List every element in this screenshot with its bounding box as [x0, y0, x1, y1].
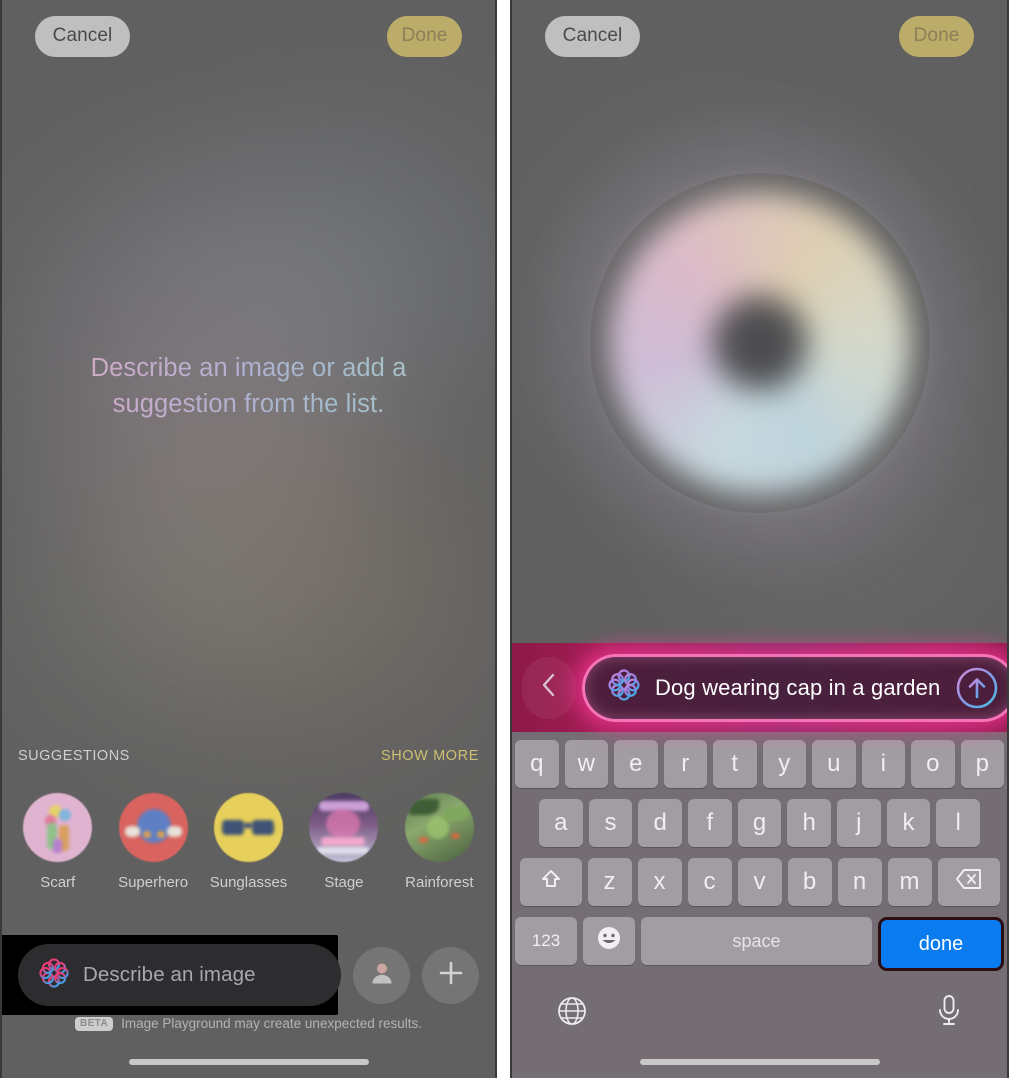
screenshot-stage: Cancel Done Describe an image or add a s…: [0, 0, 1011, 1078]
suggestion-label: Superhero: [118, 874, 189, 891]
show-more-button[interactable]: SHOW MORE: [381, 748, 479, 764]
suggestion-item-scarf[interactable]: Scarf: [10, 793, 105, 891]
key-h[interactable]: h: [787, 799, 832, 847]
apple-intelligence-icon: [38, 957, 70, 994]
emoji-key[interactable]: [583, 917, 635, 965]
suggestion-item-superhero[interactable]: Superhero: [105, 793, 200, 891]
suggestions-header: SUGGESTIONS SHOW MORE: [2, 748, 495, 764]
key-a[interactable]: a: [538, 799, 583, 847]
right-topbar: Cancel Done: [512, 0, 1007, 72]
cancel-button[interactable]: Cancel: [545, 15, 640, 57]
suggestions-row: Scarf Superhero Sunglasses Stage Rainfor…: [2, 793, 495, 891]
key-o[interactable]: o: [911, 740, 955, 788]
beta-disclaimer: BETA Image Playground may create unexpec…: [2, 1016, 495, 1031]
suggestion-item-sunglasses[interactable]: Sunglasses: [201, 793, 296, 891]
globe-key[interactable]: [555, 994, 589, 1033]
home-indicator: [128, 1059, 369, 1065]
person-icon: [368, 959, 396, 992]
shift-key[interactable]: [519, 858, 582, 906]
keyboard-row-4: 123 space done: [515, 917, 1004, 971]
cancel-button[interactable]: Cancel: [35, 15, 130, 57]
scarf-thumbnail: [23, 793, 93, 862]
backspace-key[interactable]: [937, 858, 1000, 906]
key-c[interactable]: c: [687, 858, 732, 906]
prompt-text-value: Dog wearing cap in a garden: [655, 674, 941, 700]
key-n[interactable]: n: [837, 858, 882, 906]
back-button[interactable]: [522, 656, 576, 719]
prompt-input[interactable]: Dog wearing cap in a garden: [582, 653, 1007, 722]
disclaimer-text: Image Playground may create unexpected r…: [121, 1016, 422, 1031]
apple-intelligence-icon: [607, 668, 641, 707]
beta-badge: BETA: [74, 1016, 114, 1031]
suggestion-label: Sunglasses: [209, 874, 288, 891]
home-indicator: [639, 1059, 880, 1065]
key-w[interactable]: w: [564, 740, 608, 788]
emoji-smiley-icon: [596, 925, 622, 957]
key-b[interactable]: b: [787, 858, 832, 906]
key-i[interactable]: i: [861, 740, 905, 788]
done-button[interactable]: Done: [899, 15, 974, 57]
done-button[interactable]: Done: [387, 15, 462, 57]
key-z[interactable]: z: [587, 858, 632, 906]
right-phone-panel: Cancel Done Dog wearing cap in a garden …: [510, 0, 1009, 1078]
key-y[interactable]: y: [762, 740, 806, 788]
suggestions-title: SUGGESTIONS: [18, 748, 130, 764]
keyboard-bottom-bar: [515, 982, 1004, 1040]
onscreen-keyboard: q w e r t y u i o p a s d f g h j k l z …: [512, 732, 1007, 1078]
left-dim-overlay: [2, 0, 495, 1078]
key-u[interactable]: u: [812, 740, 856, 788]
suggestion-item-rainforest[interactable]: Rainforest: [392, 793, 487, 891]
left-phone-panel: Cancel Done Describe an image or add a s…: [0, 0, 497, 1078]
numbers-key[interactable]: 123: [515, 917, 577, 965]
suggestion-item-stage[interactable]: Stage: [296, 793, 391, 891]
add-button[interactable]: [422, 946, 479, 1004]
suggestion-label: Rainforest: [405, 874, 474, 891]
suggestion-label: Stage: [324, 874, 364, 891]
key-v[interactable]: v: [737, 858, 782, 906]
key-x[interactable]: x: [637, 858, 682, 906]
key-t[interactable]: t: [713, 740, 757, 788]
key-e[interactable]: e: [614, 740, 658, 788]
chevron-left-icon: [538, 670, 560, 705]
microphone-icon: [934, 994, 964, 1033]
left-bottom-bar: Describe an image: [2, 944, 495, 1006]
input-placeholder-text: Describe an image: [83, 963, 256, 986]
panel-divider: [497, 0, 510, 1078]
key-g[interactable]: g: [737, 799, 782, 847]
done-key-highlight: done: [878, 917, 1004, 971]
key-q[interactable]: q: [515, 740, 559, 788]
send-button[interactable]: [954, 665, 1000, 711]
dictation-key[interactable]: [934, 993, 964, 1034]
superhero-thumbnail: [118, 793, 188, 862]
backspace-icon: [955, 868, 983, 897]
rainforest-thumbnail: [404, 793, 474, 862]
suggestion-label: Scarf: [40, 874, 76, 891]
key-s[interactable]: s: [588, 799, 633, 847]
generated-image-preview: [512, 178, 1007, 508]
keyboard-row-2: a s d f g h j k l: [515, 799, 1004, 847]
orb-image: [609, 193, 910, 493]
plus-icon: [436, 958, 466, 993]
keyboard-row-1: q w e r t y u i o p: [515, 740, 1004, 788]
left-topbar: Cancel Done: [2, 0, 495, 72]
key-l[interactable]: l: [936, 799, 981, 847]
key-f[interactable]: f: [688, 799, 732, 847]
key-d[interactable]: d: [638, 799, 682, 847]
shift-arrow-icon: [539, 867, 563, 898]
key-k[interactable]: k: [886, 799, 931, 847]
key-m[interactable]: m: [887, 858, 932, 906]
globe-icon: [555, 996, 589, 1032]
keyboard-row-3: z x c v b n m: [515, 858, 1004, 906]
person-button[interactable]: [353, 946, 410, 1004]
done-key[interactable]: done: [881, 920, 1001, 968]
prompt-bar-zone: Dog wearing cap in a garden: [512, 643, 1007, 732]
key-r[interactable]: r: [663, 740, 707, 788]
sunglasses-thumbnail: [214, 793, 284, 862]
key-p[interactable]: p: [960, 740, 1004, 788]
describe-image-input[interactable]: Describe an image: [18, 944, 341, 1006]
space-key[interactable]: space: [641, 917, 872, 965]
key-j[interactable]: j: [837, 799, 881, 847]
hero-prompt-text: Describe an image or add a suggestion fr…: [2, 350, 495, 422]
stage-thumbnail: [309, 793, 379, 862]
